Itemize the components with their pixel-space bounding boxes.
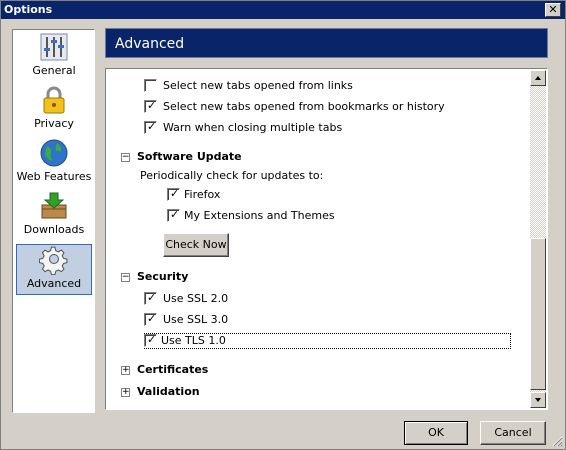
check-icon: ✓ [147, 333, 157, 346]
scrollbar-thumb[interactable] [530, 238, 546, 390]
security-option-tls1[interactable]: ✓ Use TLS 1.0 [144, 333, 511, 349]
check-icon: ✓ [147, 291, 157, 304]
section-title: Software Update [137, 150, 242, 163]
expand-toggle-icon[interactable]: + [121, 388, 130, 397]
checkbox[interactable]: ✓ [167, 187, 180, 201]
padlock-icon [43, 86, 65, 114]
sidebar-item-advanced[interactable]: Advanced [16, 244, 92, 295]
vertical-scrollbar[interactable] [530, 70, 546, 408]
sidebar-item-privacy[interactable]: Privacy [16, 85, 92, 136]
checkbox-label: Use TLS 1.0 [161, 334, 226, 347]
scroll-down-button[interactable] [530, 392, 546, 408]
advanced-settings-panel: Select new tabs opened from links ✓ Sele… [105, 68, 548, 410]
check-now-button[interactable]: Check Now [163, 233, 229, 257]
collapse-toggle-icon[interactable]: − [121, 153, 130, 162]
arrow-down-icon [535, 398, 541, 402]
checkbox[interactable]: ✓ [144, 312, 157, 326]
sidebar-item-label: General [32, 64, 76, 77]
check-icon: ✓ [170, 208, 180, 221]
sidebar-item-downloads[interactable]: Downloads [16, 191, 92, 242]
checkbox[interactable]: ✓ [144, 99, 157, 113]
update-description: Periodically check for updates to: [140, 169, 324, 182]
sidebar-item-general[interactable]: General [16, 32, 92, 83]
section-title: Certificates [137, 363, 209, 376]
checkbox[interactable]: ✓ [144, 291, 157, 305]
checkbox[interactable]: ✓ [144, 120, 157, 134]
sidebar-item-web-features[interactable]: Web Features [16, 138, 92, 189]
window-title: Options [4, 3, 53, 16]
checkbox[interactable]: ✓ [144, 333, 157, 347]
options-window: Options ✕ General Privacy Web Features D… [0, 0, 566, 450]
sidebar-item-label: Downloads [23, 223, 85, 236]
expand-toggle-icon[interactable]: + [121, 366, 130, 375]
check-icon: ✓ [147, 312, 157, 325]
close-button[interactable]: ✕ [545, 3, 561, 17]
title-bar: Options ✕ [1, 1, 565, 19]
sidebar-item-label: Advanced [26, 277, 82, 290]
page-title: Advanced [105, 28, 548, 58]
resize-grip-icon[interactable] [551, 435, 563, 447]
checkbox-label: Warn when closing multiple tabs [163, 121, 343, 134]
check-icon: ✓ [170, 187, 180, 200]
category-sidebar: General Privacy Web Features Downloads A… [12, 29, 95, 413]
globe-icon [40, 139, 68, 167]
section-title: Validation [137, 385, 200, 398]
checkbox-label: Use SSL 2.0 [163, 292, 229, 305]
checkbox-label: My Extensions and Themes [184, 209, 335, 222]
checkbox[interactable] [144, 79, 157, 92]
checkbox-label: Select new tabs opened from links [163, 79, 353, 92]
checkbox-label: Use SSL 3.0 [163, 313, 229, 326]
checkbox[interactable]: ✓ [167, 208, 180, 222]
checkbox-label: Select new tabs opened from bookmarks or… [163, 100, 445, 113]
check-icon: ✓ [147, 120, 157, 133]
close-icon: ✕ [548, 3, 558, 16]
ok-button[interactable]: OK [404, 421, 468, 445]
collapse-toggle-icon[interactable]: − [121, 273, 130, 282]
general-sliders-icon [40, 33, 68, 61]
arrow-up-icon [535, 76, 541, 80]
checkbox-label: Firefox [184, 188, 221, 201]
sidebar-item-label: Privacy [34, 117, 74, 130]
check-icon: ✓ [147, 99, 157, 112]
cancel-button[interactable]: Cancel [480, 421, 546, 445]
downloads-box-icon [41, 192, 67, 219]
gear-icon [39, 246, 68, 275]
scroll-up-button[interactable] [530, 70, 546, 86]
sidebar-item-label: Web Features [16, 170, 92, 183]
section-title: Security [137, 270, 189, 283]
